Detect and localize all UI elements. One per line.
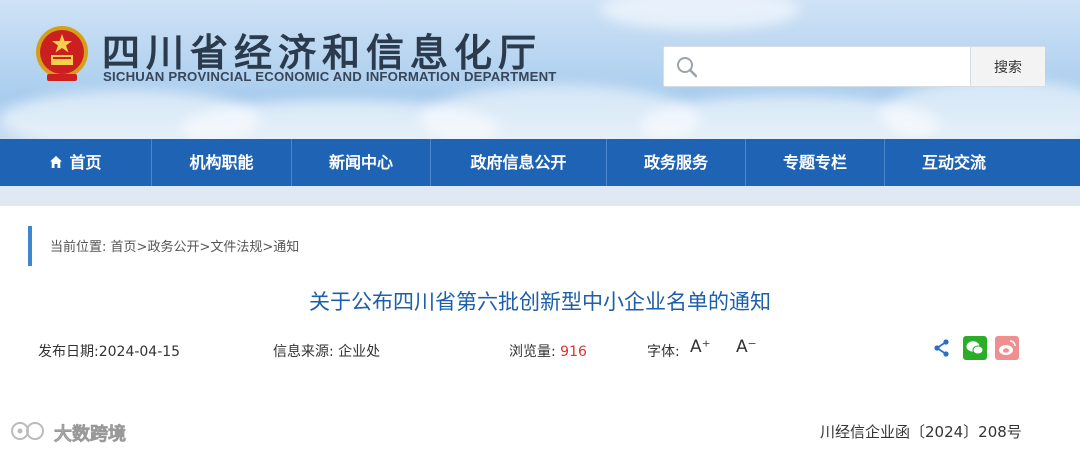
watermark-logo-icon [11, 422, 44, 440]
main-nav: 首页 机构职能 新闻中心 政府信息公开 政务服务 专题专栏 互动交流 [0, 139, 1080, 186]
breadcrumb-accent-bar [28, 226, 32, 266]
nav-item-interaction[interactable]: 互动交流 [885, 139, 1023, 186]
search-box: 搜索 [663, 46, 1045, 87]
breadcrumb-separator: > [262, 240, 274, 255]
breadcrumb-item-notices[interactable]: 通知 [273, 240, 299, 255]
share-icon[interactable] [930, 336, 954, 360]
font-increase-button[interactable]: A⁺ [690, 337, 711, 357]
breadcrumb-separator: > [136, 240, 148, 255]
nav-item-gov-info[interactable]: 政府信息公开 [431, 139, 606, 186]
view-count-label: 浏览量: [509, 344, 556, 360]
site-subtitle: SICHUAN PROVINCIAL ECONOMIC AND INFORMAT… [103, 69, 557, 84]
article-panel: 当前位置: 首页>政务公开>文件法规>通知 关于公布四川省第六批创新型中小企业名… [28, 206, 1052, 451]
nav-item-topics[interactable]: 专题专栏 [746, 139, 884, 186]
nav-item-services[interactable]: 政务服务 [607, 139, 745, 186]
info-source: 信息来源: 企业处 [273, 344, 381, 360]
breadcrumb-item-home[interactable]: 首页 [111, 240, 137, 255]
publish-date: 发布日期:2024-04-15 [38, 344, 181, 360]
search-input[interactable] [664, 47, 970, 86]
view-count-value: 916 [560, 344, 587, 360]
article-title: 关于公布四川省第六批创新型中小企业名单的通知 [309, 290, 771, 314]
breadcrumb-prefix: 当前位置: [50, 240, 107, 255]
document-number: 川经信企业函〔2024〕208号 [820, 423, 1022, 441]
breadcrumb-item-gov-affairs[interactable]: 政务公开 [147, 240, 199, 255]
view-count: 浏览量: 916 [509, 341, 587, 361]
national-emblem-icon [36, 26, 88, 81]
search-button[interactable]: 搜索 [970, 47, 1045, 86]
nav-shadow-strip [0, 186, 1080, 206]
nav-item-label: 首页 [69, 153, 102, 172]
nav-item-organization[interactable]: 机构职能 [152, 139, 291, 186]
header-banner: 四川省经济和信息化厅 SICHUAN PROVINCIAL ECONOMIC A… [0, 0, 1080, 139]
home-icon [49, 140, 63, 187]
nav-item-home[interactable]: 首页 [0, 139, 151, 186]
breadcrumb: 当前位置: 首页>政务公开>文件法规>通知 [50, 236, 299, 255]
font-size-label: 字体: [647, 344, 680, 360]
watermark-text: 大数跨境 [54, 424, 127, 446]
weibo-icon[interactable] [995, 336, 1019, 360]
wechat-icon[interactable] [963, 336, 987, 360]
breadcrumb-item-documents[interactable]: 文件法规 [210, 240, 262, 255]
breadcrumb-separator: > [199, 240, 211, 255]
nav-item-news[interactable]: 新闻中心 [292, 139, 430, 186]
font-decrease-button[interactable]: A⁻ [736, 337, 757, 357]
